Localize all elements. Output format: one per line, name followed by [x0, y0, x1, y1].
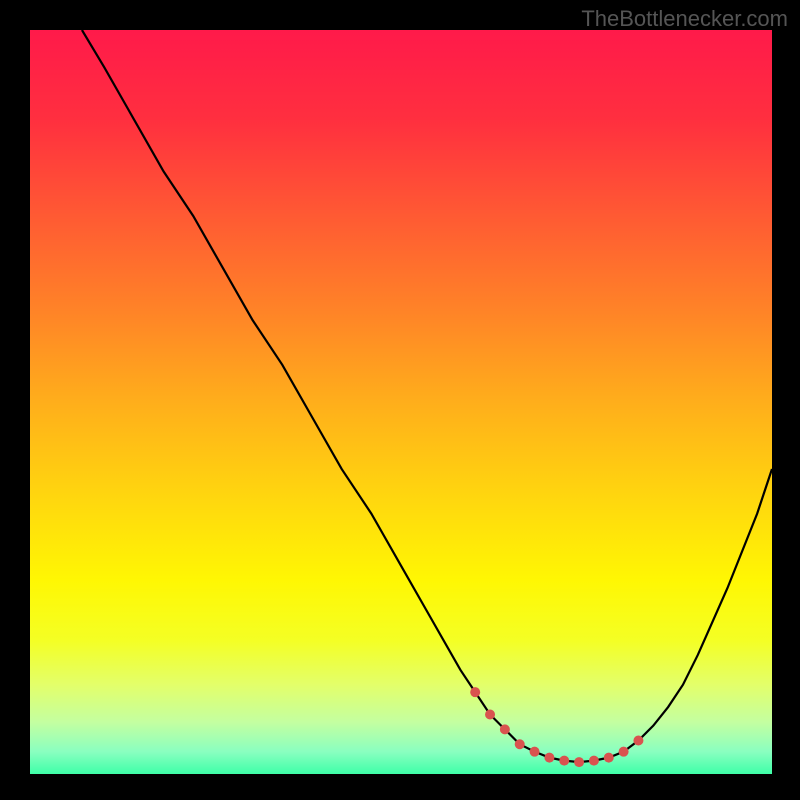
highlight-dot: [604, 753, 614, 763]
highlight-dot: [619, 747, 629, 757]
highlight-dot: [559, 756, 569, 766]
highlight-dots: [30, 30, 772, 774]
highlight-dot: [574, 757, 584, 767]
highlight-dot: [485, 709, 495, 719]
highlight-dot: [544, 753, 554, 763]
highlight-dot: [633, 736, 643, 746]
highlight-dot: [500, 724, 510, 734]
highlight-dot: [470, 687, 480, 697]
highlight-dot: [515, 739, 525, 749]
attribution-label: TheBottlenecker.com: [581, 6, 788, 32]
highlight-dot: [589, 756, 599, 766]
highlight-dot: [530, 747, 540, 757]
chart-plot-area: [30, 30, 772, 774]
